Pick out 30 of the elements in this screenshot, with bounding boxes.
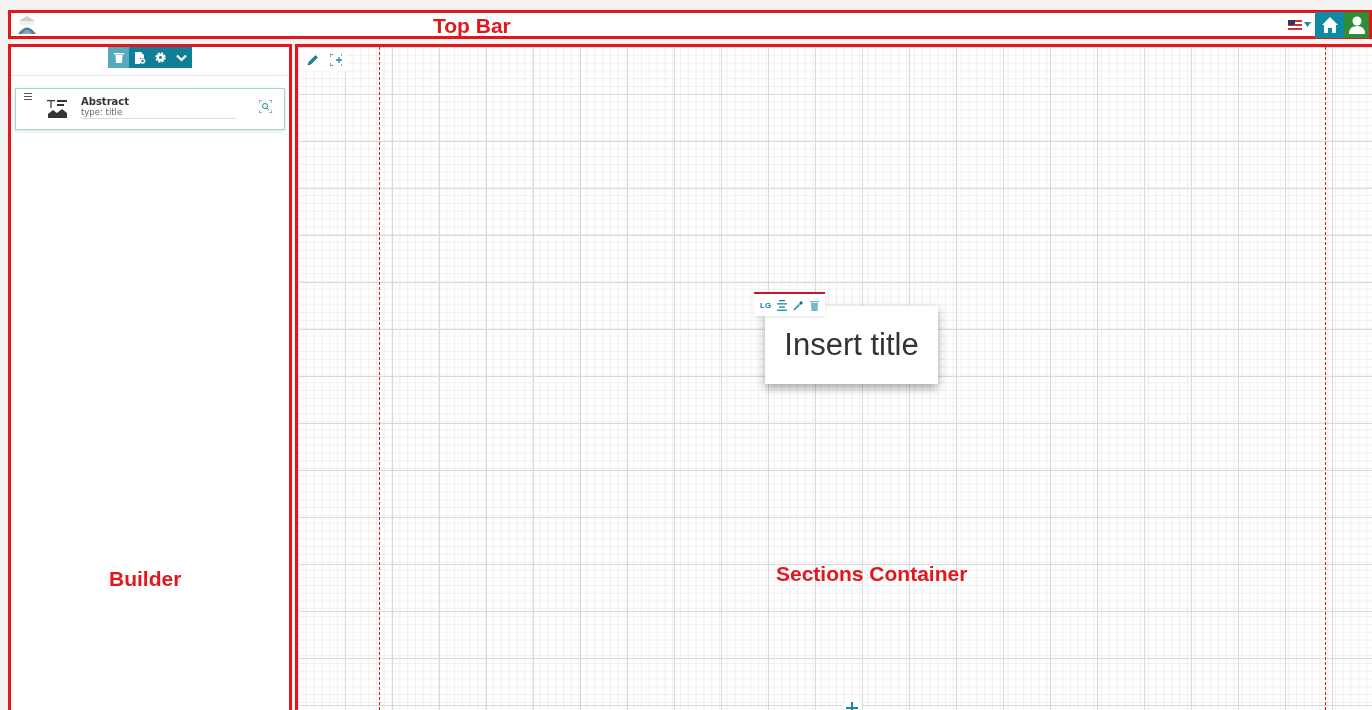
flag-icon[interactable] [1288,19,1302,30]
chevron-down-icon [176,53,187,62]
eyedropper-button[interactable] [793,299,805,311]
expand-button[interactable] [171,47,192,68]
document-button[interactable] [129,47,150,68]
annotation-label: Sections Container [776,562,968,586]
user-button[interactable] [1344,11,1369,38]
focus-search-icon[interactable] [259,100,272,113]
align-button[interactable] [777,299,788,311]
caret-icon[interactable] [1304,22,1311,27]
align-center-icon [777,299,788,311]
title-image-icon [47,98,67,118]
fit-icon[interactable] [329,53,342,66]
annotation-label: Top Bar [433,14,511,38]
document-icon [133,51,146,64]
logo-icon [16,14,38,35]
delete-button[interactable] [108,47,129,68]
trash-icon [810,299,820,311]
home-icon [1320,15,1339,34]
user-icon [1347,15,1366,34]
pencil-icon[interactable] [306,53,319,66]
eyedropper-icon [793,299,805,311]
home-button[interactable] [1315,11,1344,38]
section-type: type: title [81,107,236,119]
annotation-label: Builder [109,567,182,591]
menu-icon[interactable] [24,93,32,100]
section-card[interactable]: Abstract type: title [15,88,285,130]
trash-icon [113,52,124,63]
section-title: Abstract [81,96,131,107]
settings-icon [155,52,166,63]
